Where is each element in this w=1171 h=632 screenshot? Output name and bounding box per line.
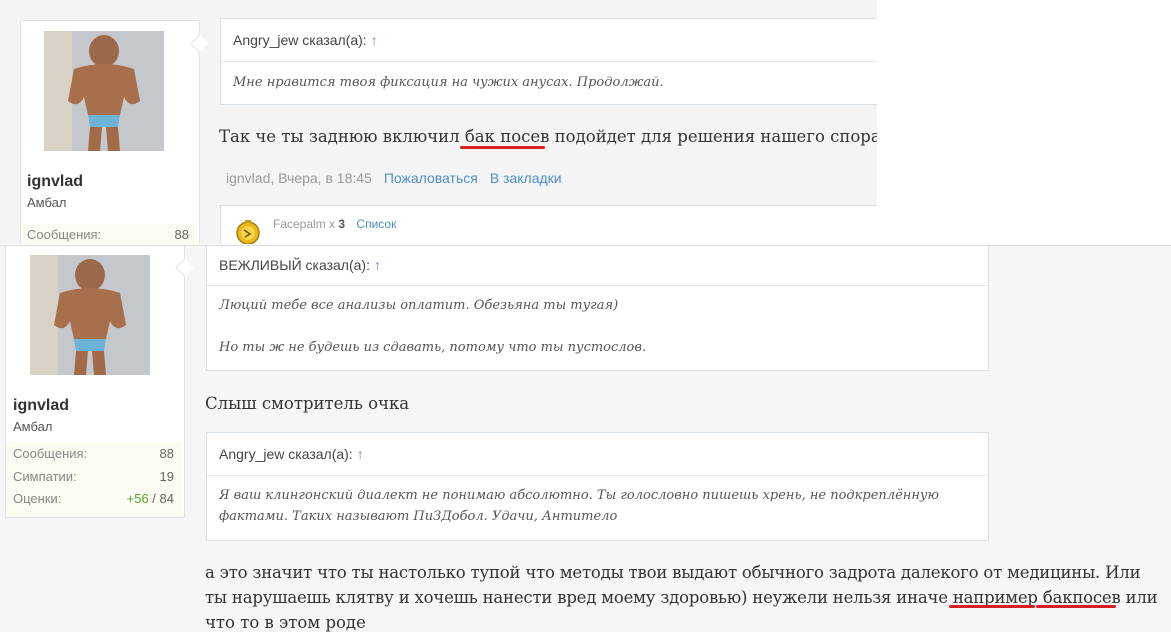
avatar-image [30, 255, 150, 375]
stat-likes: Симпатии: 19 [13, 469, 174, 484]
quote-block: Angry_jew сказал(а): ↑ Мне нравится твоя … [220, 18, 877, 105]
quote-text: Мне нравится твоя фиксация на чужих анус… [233, 75, 664, 90]
facepalm-medal-icon [236, 220, 260, 244]
message-line: а это значит что ты настолько тупой что … [205, 563, 1141, 582]
stat-value: 88 [174, 227, 189, 242]
likes-text: Facepalm x 3 Список [273, 217, 397, 231]
quote-block: ВЕЖЛИВЫЙ сказал(а): ↑ Люций тебе все анал… [206, 246, 989, 371]
message-line: что то в этом роде [205, 613, 366, 632]
author-time[interactable]: ignvlad, Вчера, в 18:45 [226, 170, 372, 186]
likes-count: 3 [338, 217, 346, 231]
red-underline [460, 146, 545, 149]
username[interactable]: ignvlad [27, 173, 83, 191]
message-text: Слыш смотритель очка [205, 394, 410, 413]
quote-text-line: Люций тебе все анализы оплатит. Обезьяна… [219, 298, 619, 313]
username[interactable]: ignvlad [13, 397, 69, 415]
post-2: ignvlad Амбал Сообщения: 88 Симпатии: 19… [0, 245, 1171, 632]
quote-author[interactable]: Angry_jew сказал(а): ↑ [207, 433, 988, 476]
rating-positive: +56 [126, 491, 149, 506]
avatar[interactable] [30, 255, 150, 375]
highlighted-text: бак посев [464, 127, 550, 146]
message-text: Так че ты заднюю включил бак посев подой… [219, 127, 877, 146]
red-underline [949, 605, 1035, 608]
stat-messages: Сообщения: 88 [21, 224, 197, 244]
user-card: ignvlad Амбал Сообщения: 88 Симпатии: 19… [5, 246, 194, 518]
stat-ratings: Оценки: +56 / 84 [13, 491, 174, 506]
user-stats: Сообщения: 88 Симпатии: 19 Оценки: +56 /… [6, 442, 182, 516]
quote-text-line: Я ваш клингонский диалект не понимаю абс… [219, 488, 939, 503]
stat-label: Сообщения: [27, 227, 102, 242]
red-underline [1036, 605, 1116, 608]
arrow-up-icon[interactable]: ↑ [357, 446, 364, 462]
user-title: Амбал [27, 195, 67, 210]
user-card: ignvlad Амбал Сообщения: 88 [20, 20, 209, 244]
avatar[interactable] [44, 31, 164, 151]
arrow-up-icon[interactable]: ↑ [371, 32, 378, 48]
bookmark-link[interactable]: В закладки [490, 170, 562, 186]
quote-block: Angry_jew сказал(а): ↑ Я ваш клингонский … [206, 432, 989, 541]
quote-text-line: фактами. Таких называют ПиЗДобол. Удачи,… [219, 509, 618, 524]
arrow-up-icon[interactable]: ↑ [374, 257, 381, 273]
post-meta: ignvlad, Вчера, в 18:45 Пожаловаться В зак… [226, 170, 562, 186]
quote-author[interactable]: Angry_jew сказал(а): ↑ [221, 19, 877, 62]
quote-text-line: Но ты ж не будешь из сдавать, потому что… [219, 340, 647, 355]
likes-list-link[interactable]: Список [356, 217, 396, 231]
stat-messages: Сообщения: 88 [13, 446, 174, 461]
likes-summary: Facepalm x 3 Список [220, 205, 877, 244]
user-title: Амбал [13, 419, 53, 434]
report-link[interactable]: Пожаловаться [384, 170, 478, 186]
post-1: ignvlad Амбал Сообщения: 88 Angry_jew ск… [0, 0, 877, 244]
avatar-image [44, 31, 164, 151]
quote-author[interactable]: ВЕЖЛИВЫЙ сказал(а): ↑ [207, 246, 988, 286]
